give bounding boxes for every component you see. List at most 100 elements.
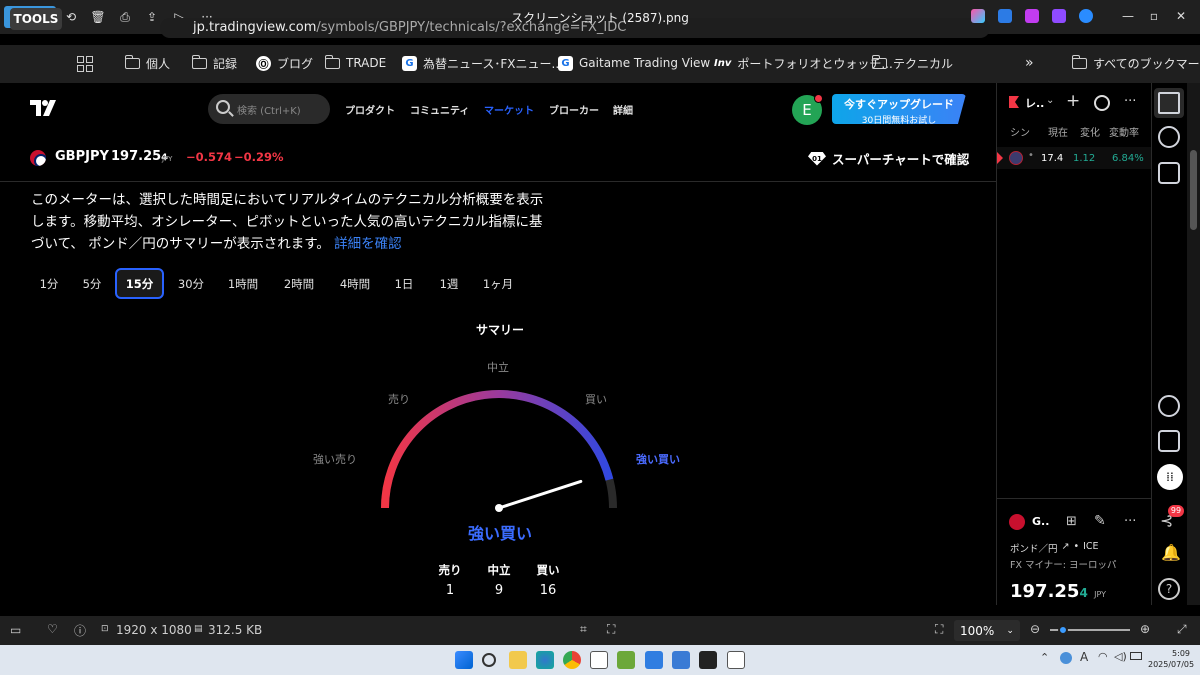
bookmark-blog[interactable]: Ⓞ ブログ: [256, 52, 313, 74]
timeframe-5m[interactable]: 5分: [75, 268, 109, 299]
battery-icon[interactable]: [1130, 652, 1142, 660]
fullscreen-icon[interactable]: ⤢: [1177, 622, 1187, 637]
nav-brokers[interactable]: ブローカー: [549, 102, 599, 117]
nav-products[interactable]: プロダクト: [345, 102, 395, 117]
wifi-icon[interactable]: ◠: [1098, 650, 1108, 663]
photos-icon[interactable]: [672, 651, 690, 669]
more-icon[interactable]: ···: [1124, 514, 1136, 529]
apps-grid-icon[interactable]: [77, 56, 93, 72]
taskbar-clock[interactable]: 5:09 2025/07/05: [1148, 648, 1194, 670]
col-symbol[interactable]: シン: [1010, 124, 1030, 139]
tradingview-logo[interactable]: [30, 100, 60, 116]
tray-icon[interactable]: [1060, 652, 1072, 664]
timeframe-1M[interactable]: 1ヶ月: [477, 268, 519, 299]
calendar-icon[interactable]: [1158, 430, 1180, 452]
timeframe-15m[interactable]: 15分: [115, 268, 164, 299]
details-name[interactable]: ポンド／円: [1010, 541, 1058, 555]
fit-icon[interactable]: ⛶: [935, 622, 943, 637]
watchlist-title[interactable]: レ..: [1025, 95, 1044, 111]
chevron-up-icon[interactable]: ⌃: [1040, 651, 1049, 664]
maximize-icon[interactable]: ▫: [1141, 5, 1167, 27]
chrome-icon[interactable]: [563, 651, 581, 669]
edge-icon[interactable]: [536, 651, 554, 669]
bookmark-records[interactable]: 記録: [191, 52, 237, 74]
bookmark-trade[interactable]: TRADE: [324, 52, 386, 74]
bookmark-gaitame[interactable]: G Gaitame Trading View: [558, 52, 710, 74]
designer-icon[interactable]: [1052, 9, 1066, 23]
google-favicon: G: [558, 55, 573, 71]
zoom-in-icon[interactable]: ⊕: [1140, 622, 1150, 636]
ime-icon[interactable]: A: [1080, 650, 1088, 664]
timeframe-30m[interactable]: 30分: [171, 268, 211, 299]
learn-more-link[interactable]: 詳細を確認: [334, 236, 402, 252]
zoom-out-icon[interactable]: ⊖: [1030, 622, 1040, 636]
bookmark-technical[interactable]: テクニカル: [871, 52, 953, 74]
col-change-pct[interactable]: 変動率: [1109, 124, 1139, 139]
rotate-icon[interactable]: ⟲: [60, 6, 82, 28]
external-link-icon[interactable]: ↗: [1062, 541, 1070, 555]
nav-community[interactable]: コミュニティ: [410, 102, 469, 117]
bell-icon[interactable]: 🔔: [1161, 543, 1181, 562]
address-bar[interactable]: jp.tradingview.com/symbols/GBPJPY/techni…: [160, 18, 990, 38]
search-icon: [216, 100, 230, 114]
chevron-double-right-icon[interactable]: »: [1025, 52, 1034, 74]
crop-icon[interactable]: ⌗: [580, 622, 587, 637]
upgrade-button[interactable]: 今すぐアップグレード 30日間無料お試し: [832, 94, 966, 124]
layout-icon[interactable]: ⊞: [1066, 514, 1077, 529]
apps-icon[interactable]: ⁞⁞: [1157, 464, 1183, 490]
edit-app-icon[interactable]: [998, 9, 1012, 23]
app-icon-5[interactable]: [727, 651, 745, 669]
zoom-select[interactable]: 100% ⌄: [954, 620, 1020, 641]
timeframe-1h[interactable]: 1時間: [221, 268, 265, 299]
app-icon-1[interactable]: [590, 651, 608, 669]
scan-icon[interactable]: ⛶: [607, 622, 615, 637]
watchlist-icon[interactable]: [1158, 92, 1180, 114]
zoom-slider-handle[interactable]: [1058, 625, 1068, 635]
help-icon[interactable]: ?: [1158, 578, 1180, 600]
chat-icon[interactable]: [1158, 162, 1180, 184]
col-change[interactable]: 変化: [1080, 124, 1100, 139]
app-icon-4[interactable]: [699, 651, 717, 669]
bookmark-fx-news[interactable]: G 為替ニュース･FXニュー...: [402, 52, 563, 74]
info-icon[interactable]: ⓘ: [74, 622, 86, 639]
onedrive-icon[interactable]: [1079, 9, 1093, 23]
bookmark-all[interactable]: すべてのブックマーク: [1071, 52, 1200, 74]
start-icon[interactable]: [455, 651, 473, 669]
volume-icon[interactable]: ◁): [1114, 650, 1127, 663]
scrollbar-thumb[interactable]: [1190, 150, 1197, 230]
nav-markets[interactable]: マーケット: [484, 102, 534, 117]
timeframe-1m[interactable]: 1分: [32, 268, 66, 299]
more-icon[interactable]: ···: [1124, 94, 1136, 109]
diamond-icon: 01: [808, 151, 826, 166]
speedometer-icon[interactable]: [1158, 395, 1180, 417]
timeframe-1d[interactable]: 1日: [389, 268, 419, 299]
clipchamp-icon[interactable]: [1025, 9, 1039, 23]
filmstrip-icon[interactable]: ▭: [10, 623, 21, 637]
timeframe-1w[interactable]: 1週: [433, 268, 465, 299]
close-icon[interactable]: ✕: [1168, 5, 1194, 27]
alarm-clock-icon[interactable]: [1158, 126, 1180, 148]
bookmark-portfolio[interactable]: Inv ポートフォリオとウォッチ...: [714, 52, 893, 74]
chevron-down-icon[interactable]: ⌄: [1046, 95, 1054, 106]
timeframe-4h[interactable]: 4時間: [333, 268, 377, 299]
trash-icon[interactable]: 🗑: [87, 6, 109, 28]
app-icon-2[interactable]: [617, 651, 635, 669]
gauge-result: 強い買い: [467, 524, 532, 543]
bookmark-personal[interactable]: 個人: [124, 52, 170, 74]
superchart-button[interactable]: 01 スーパーチャートで確認: [808, 149, 969, 168]
search-input[interactable]: 検索 (Ctrl+K): [208, 94, 330, 124]
search-icon[interactable]: [482, 653, 496, 667]
file-explorer-icon[interactable]: [509, 651, 527, 669]
add-icon[interactable]: +: [1066, 91, 1080, 111]
chart-icon[interactable]: [1094, 95, 1110, 111]
copilot-icon[interactable]: [971, 9, 985, 23]
favorite-icon[interactable]: ♡: [47, 622, 58, 636]
col-last[interactable]: 現在: [1048, 124, 1068, 139]
minimize-icon[interactable]: —: [1115, 5, 1141, 27]
edit-note-icon[interactable]: ✎: [1094, 513, 1106, 529]
bookmark-tools[interactable]: TOOLS: [10, 8, 62, 30]
nav-more[interactable]: 詳細: [613, 102, 633, 117]
timeframe-2h[interactable]: 2時間: [277, 268, 321, 299]
app-icon-3[interactable]: [645, 651, 663, 669]
print-icon[interactable]: ⎙: [114, 6, 136, 28]
